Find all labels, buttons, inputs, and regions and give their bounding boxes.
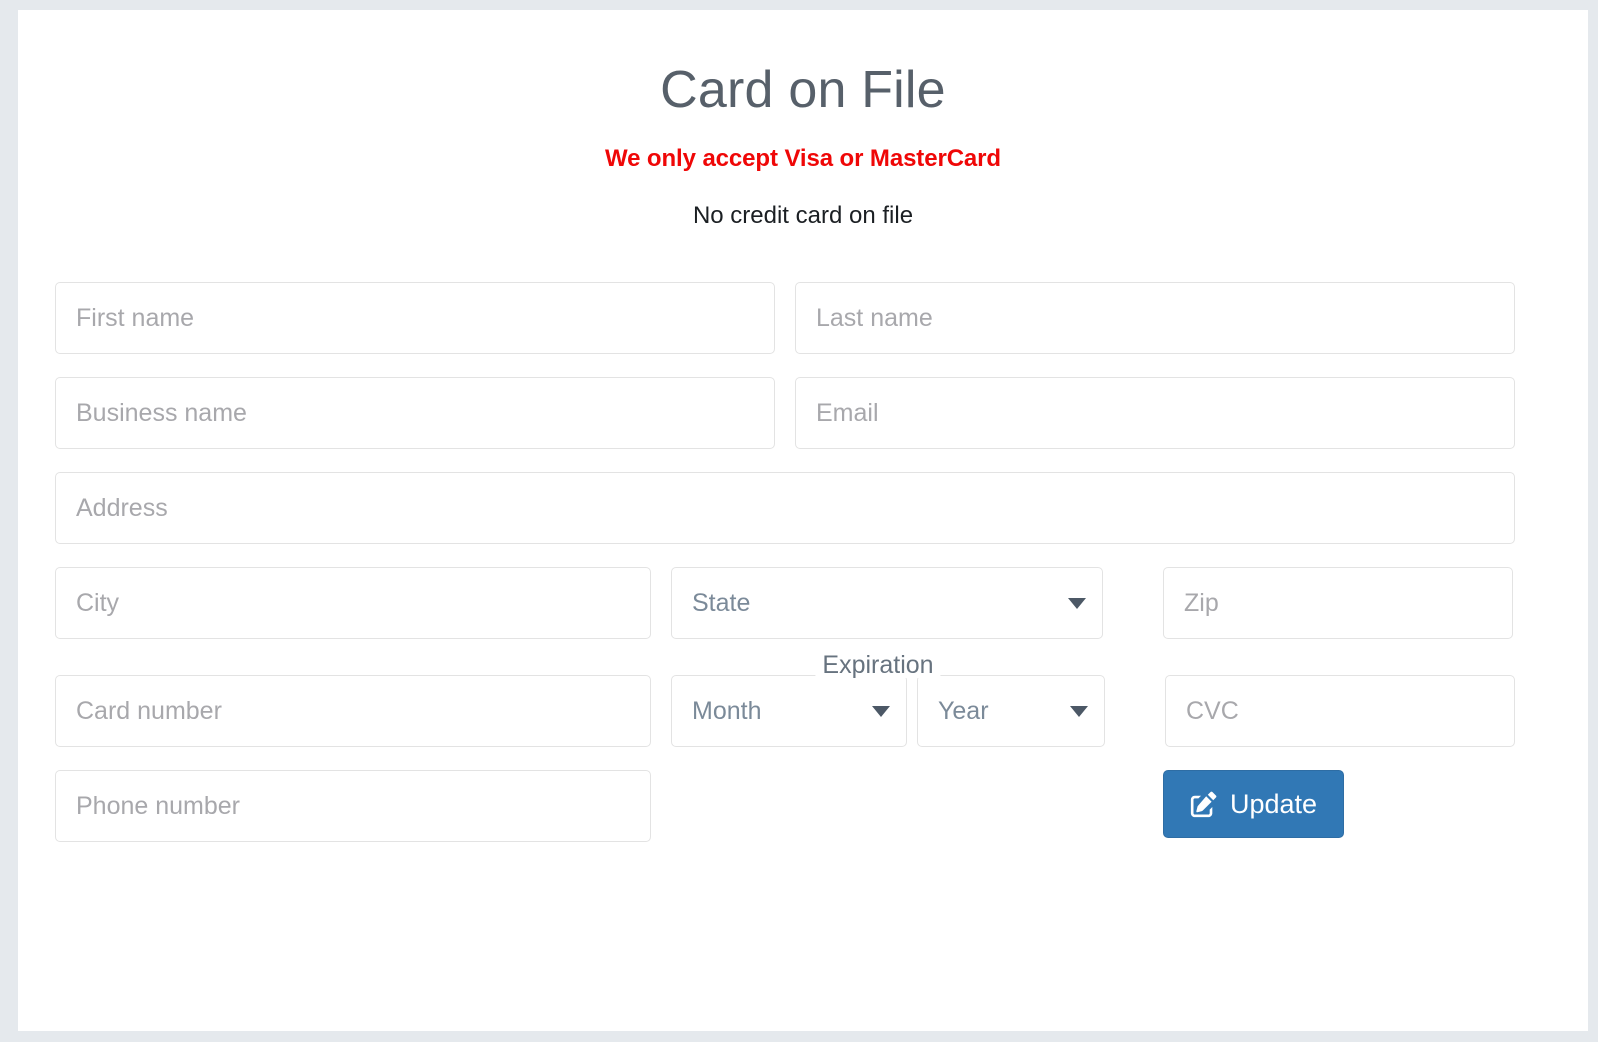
phone-number-input[interactable]: Phone number — [55, 770, 651, 843]
state-select[interactable]: State — [671, 567, 1103, 640]
expiration-group: Expiration Month Year — [651, 653, 1105, 748]
business-name-input[interactable]: Business name — [55, 377, 775, 450]
phone-number-placeholder: Phone number — [76, 791, 241, 820]
update-button[interactable]: Update — [1163, 770, 1345, 839]
chevron-down-icon — [1068, 597, 1086, 609]
state-selected-value: State — [692, 588, 751, 617]
card-on-file-form: First name Last name Business name Email… — [18, 282, 1588, 843]
chevron-down-icon — [872, 705, 890, 717]
page-title: Card on File — [660, 61, 946, 119]
expiration-month-select[interactable]: Month — [671, 675, 907, 748]
form-row-payment: Card number Expiration Month Year CVC — [55, 653, 1551, 748]
zip-input[interactable]: Zip — [1163, 567, 1513, 640]
form-row-address: Address — [55, 472, 1551, 545]
card-status-text: No credit card on file — [692, 202, 914, 230]
accepted-cards-notice: We only accept Visa or MasterCard — [605, 145, 1001, 173]
pen-to-square-icon — [1190, 791, 1217, 818]
card-number-input[interactable]: Card number — [55, 675, 651, 748]
zip-placeholder: Zip — [1184, 588, 1219, 617]
city-placeholder: City — [76, 588, 120, 617]
cvc-placeholder: CVC — [1186, 696, 1239, 725]
submit-area: Update — [1163, 770, 1513, 842]
email-input[interactable]: Email — [795, 377, 1515, 450]
first-name-input[interactable]: First name — [55, 282, 775, 355]
first-name-placeholder: First name — [76, 303, 195, 332]
last-name-placeholder: Last name — [816, 303, 933, 332]
expiration-month-selected-value: Month — [692, 696, 762, 725]
city-input[interactable]: City — [55, 567, 651, 640]
card-number-placeholder: Card number — [76, 696, 222, 725]
form-row-phone-submit: Phone number Update — [55, 770, 1551, 843]
email-placeholder: Email — [816, 398, 879, 427]
chevron-down-icon — [1070, 705, 1088, 717]
update-button-label: Update — [1230, 788, 1318, 819]
last-name-input[interactable]: Last name — [795, 282, 1515, 355]
page-header: Card on File We only accept Visa or Mast… — [18, 10, 1588, 230]
business-name-placeholder: Business name — [76, 398, 247, 427]
form-row-business-email: Business name Email — [55, 377, 1551, 450]
expiration-year-select[interactable]: Year — [917, 675, 1105, 748]
card-on-file-panel: Card on File We only accept Visa or Mast… — [18, 10, 1588, 1031]
address-placeholder: Address — [76, 493, 168, 522]
address-input[interactable]: Address — [55, 472, 1515, 545]
expiration-year-selected-value: Year — [938, 696, 989, 725]
form-row-city-state-zip: City State Zip — [55, 567, 1551, 640]
cvc-input[interactable]: CVC — [1165, 675, 1515, 748]
form-row-name: First name Last name — [55, 282, 1551, 355]
expiration-label: Expiration — [815, 653, 941, 679]
